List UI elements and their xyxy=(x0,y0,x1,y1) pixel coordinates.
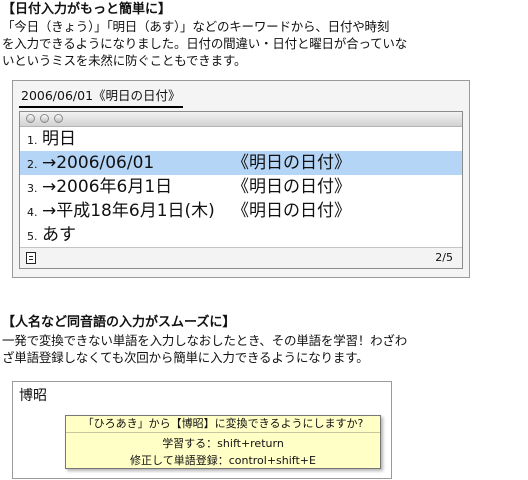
candidate-annotation: 《明日の日付》 xyxy=(232,201,351,221)
date-conversion-screenshot: 2006/06/01《明日の日付》 1. 明日 2. →2006/06/01 《… xyxy=(12,80,470,278)
word-learning-screenshot: 博昭 「ひろあき」から【博昭】に変換できるようにしますか? 学習する：shift… xyxy=(12,381,392,479)
candidate-item[interactable]: 4. →平成18年6月1日(木) 《明日の日付》 xyxy=(20,199,462,223)
section1-line: 「今日（きょう）」「明日（あす）」などのキーワードから、日付や時刻 xyxy=(2,19,390,34)
section1-line: を入力できるようになりました。日付の間違い・日付と曜日が合っていな xyxy=(2,36,408,51)
section1-line: いというミスを未然に防ぐこともできます。 xyxy=(2,53,247,68)
minimize-window-button[interactable] xyxy=(40,114,49,123)
section2-line: ざ単語登録しなくても次回から簡単に入力できるようになります。 xyxy=(2,350,369,365)
close-window-button[interactable] xyxy=(26,114,35,123)
candidate-item[interactable]: 5. あす xyxy=(20,223,462,247)
section2-heading: 【人名など同音語の入力がスムーズに】 xyxy=(2,315,236,330)
candidate-number: 2. xyxy=(27,158,38,171)
candidate-status-bar: 2/5 xyxy=(20,247,462,268)
converted-word[interactable]: 博昭 xyxy=(19,387,47,405)
candidate-annotation: 《明日の日付》 xyxy=(232,153,351,173)
section2-paragraph: 一発で変換できない単語を入力しなおしたとき、その単語を学習！わざわ ざ単語登録し… xyxy=(2,332,528,366)
candidate-number: 5. xyxy=(27,230,38,243)
candidate-number: 1. xyxy=(27,134,38,147)
candidate-number: 4. xyxy=(27,206,38,219)
candidate-window-titlebar xyxy=(20,112,462,127)
conversion-input-text[interactable]: 2006/06/01《明日の日付》 xyxy=(19,87,183,108)
candidate-word: →2006/06/01 xyxy=(42,153,155,173)
candidate-window: 1. 明日 2. →2006/06/01 《明日の日付》 3. →2006年6月… xyxy=(19,111,463,269)
candidate-word: →平成18年6月1日(木) xyxy=(42,201,215,221)
zoom-window-button[interactable] xyxy=(54,114,63,123)
candidate-item[interactable]: 1. 明日 xyxy=(20,127,462,151)
candidate-item-selected[interactable]: 2. →2006/06/01 《明日の日付》 xyxy=(20,151,462,175)
section2-line: 一発で変換できない単語を入力しなおしたとき、その単語を学習！わざわ xyxy=(2,333,408,348)
learning-prompt-tooltip: 「ひろあき」から【博昭】に変換できるようにしますか? 学習する：shift+re… xyxy=(65,415,381,469)
candidate-item[interactable]: 3. →2006年6月1日 《明日の日付》 xyxy=(20,175,462,199)
candidate-list: 1. 明日 2. →2006/06/01 《明日の日付》 3. →2006年6月… xyxy=(20,127,462,247)
document-icon[interactable] xyxy=(26,252,36,264)
candidate-word: 明日 xyxy=(42,129,76,149)
candidate-page-count: 2/5 xyxy=(435,251,453,264)
candidate-word: →2006年6月1日 xyxy=(42,177,173,197)
section1-heading: 【日付入力がもっと簡単に】 xyxy=(2,2,172,17)
section1-paragraph: 「今日（きょう）」「明日（あす）」などのキーワードから、日付や時刻 を入力できる… xyxy=(2,18,528,69)
candidate-number: 3. xyxy=(27,182,38,195)
register-shortcut-line: 修正して単語登録：control+shift+E xyxy=(130,454,316,467)
candidate-annotation: 《明日の日付》 xyxy=(232,177,351,197)
candidate-word: あす xyxy=(42,225,76,245)
learning-question: 「ひろあき」から【博昭】に変換できるようにしますか? xyxy=(66,416,380,433)
learn-shortcut-line: 学習する：shift+return xyxy=(162,437,284,450)
